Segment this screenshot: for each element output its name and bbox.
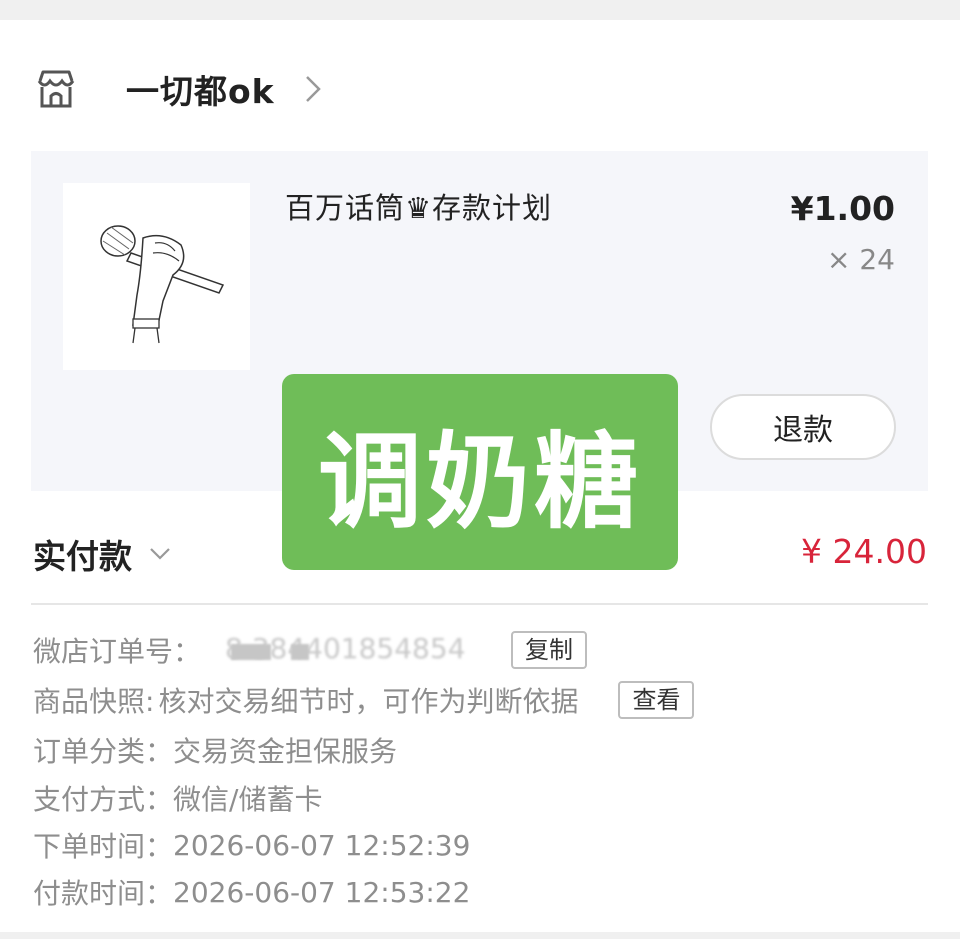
order-number-row: 微店订单号： 8 384401854854 复制 bbox=[33, 630, 588, 670]
order-category-value: 交易资金担保服务 bbox=[173, 735, 398, 768]
shop-header[interactable]: 一切都ok bbox=[34, 64, 323, 114]
product-quantity: × 24 bbox=[827, 243, 895, 276]
divider bbox=[31, 603, 928, 605]
view-snapshot-button[interactable]: 查看 bbox=[618, 681, 695, 719]
order-category-row: 订单分类： 交易资金担保服务 bbox=[33, 730, 397, 770]
order-time-value: 2026-06-07 12:52:39 bbox=[173, 828, 471, 862]
pay-method-value: 微信/储蓄卡 bbox=[173, 783, 323, 816]
pay-method-label: 支付方式： bbox=[33, 783, 174, 816]
shop-name[interactable]: 一切都ok bbox=[126, 65, 275, 113]
watermark-overlay: 调奶糖 bbox=[282, 374, 678, 570]
chevron-down-icon bbox=[150, 548, 170, 560]
pay-method-row: 支付方式： 微信/储蓄卡 bbox=[33, 778, 322, 818]
product-image[interactable] bbox=[63, 183, 250, 370]
pay-time-value: 2026-06-07 12:53:22 bbox=[173, 875, 471, 909]
order-number-label: 微店订单号： bbox=[33, 635, 202, 668]
paid-amount: ¥ 24.00 bbox=[801, 532, 927, 571]
copy-button[interactable]: 复制 bbox=[511, 631, 588, 669]
chevron-right-icon bbox=[305, 76, 321, 102]
refund-button[interactable]: 退款 bbox=[710, 394, 896, 460]
pay-time-row: 付款时间： 2026-06-07 12:53:22 bbox=[33, 872, 470, 912]
snapshot-row: 商品快照: 核对交易细节时，可作为判断依据 查看 bbox=[33, 680, 695, 720]
redaction-block bbox=[231, 644, 272, 660]
redaction-block bbox=[291, 644, 310, 660]
store-icon bbox=[37, 70, 75, 108]
microphone-hand-image bbox=[100, 225, 225, 344]
order-number-value: 8 384401854854 bbox=[225, 632, 466, 665]
product-title[interactable]: 百万话筒♛存款计划 bbox=[285, 185, 552, 227]
paid-amount-toggle[interactable]: 实付款 bbox=[33, 530, 172, 578]
product-price: ¥1.00 bbox=[790, 189, 895, 228]
order-time-label: 下单时间： bbox=[33, 830, 174, 863]
order-category-label: 订单分类： bbox=[33, 735, 174, 768]
paid-label: 实付款 bbox=[33, 537, 132, 576]
order-time-row: 下单时间： 2026-06-07 12:52:39 bbox=[33, 825, 470, 865]
pay-time-label: 付款时间： bbox=[33, 877, 174, 910]
snapshot-value: 核对交易细节时，可作为判断依据 bbox=[158, 685, 579, 718]
snapshot-label: 商品快照: bbox=[33, 685, 155, 718]
